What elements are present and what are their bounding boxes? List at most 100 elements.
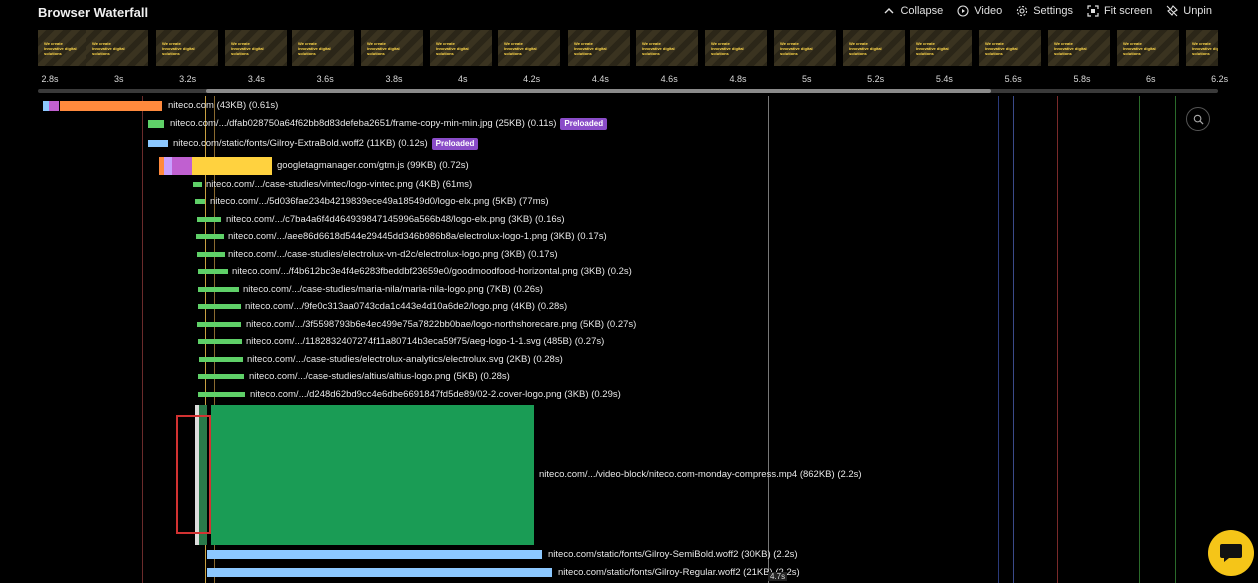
time-tick-label: 5.4s <box>935 74 953 84</box>
filmstrip-frame[interactable]: We createinnovative digitalsolutions <box>568 30 630 66</box>
request-timing-bar[interactable] <box>198 374 244 379</box>
filmstrip-frame[interactable]: We createinnovative digitalsolutions <box>86 30 148 66</box>
request-timing-bar[interactable] <box>211 405 534 545</box>
request-row[interactable]: niteco.com/.../9fe0c313aa0743cda1c443e4d… <box>0 301 1180 312</box>
frame-headline: We createinnovative digitalsolutions <box>44 41 77 56</box>
request-row[interactable]: niteco.com/.../dfab028750a64f62bb8d83def… <box>0 118 1180 130</box>
request-timing-bar[interactable] <box>198 392 245 397</box>
collapse-button[interactable]: Collapse <box>883 5 943 17</box>
filmstrip-frame[interactable]: We createinnovative digitalsolutions <box>1048 30 1110 66</box>
request-label: niteco.com/.../9fe0c313aa0743cda1c443e4d… <box>245 301 567 313</box>
filmstrip-frame[interactable]: We createinnovative digitalsolutions <box>1186 30 1218 66</box>
request-row[interactable]: niteco.com/static/fonts/Gilroy-ExtraBold… <box>0 137 1180 150</box>
request-label: niteco.com/.../video-block/niteco.com-mo… <box>539 469 862 481</box>
request-timing-bar[interactable] <box>60 101 162 111</box>
filmstrip-frame[interactable]: We createinnovative digitalsolutions <box>843 30 905 66</box>
request-url-text: niteco.com/static/fonts/Gilroy-Regular.w… <box>558 566 800 578</box>
filmstrip-frame[interactable]: We createinnovative digitalsolutions <box>156 30 218 66</box>
filmstrip-frame[interactable]: We createinnovative digitalsolutions <box>292 30 354 66</box>
frame-headline: We createinnovative digitalsolutions <box>1123 41 1156 56</box>
filmstrip-frame[interactable]: We createinnovative digitalsolutions <box>705 30 767 66</box>
request-row[interactable]: niteco.com/.../1182832407274f11a80714b3e… <box>0 335 1180 347</box>
request-row[interactable]: niteco.com/static/fonts/Gilroy-SemiBold.… <box>0 549 1180 560</box>
request-row[interactable]: niteco.com/.../case-studies/altius/altiu… <box>0 371 1180 382</box>
request-url-text: niteco.com/.../c7ba4a6f4d464939847145996… <box>226 213 565 225</box>
request-url-text: niteco.com/.../5d036fae234b4219839ece49a… <box>210 195 549 207</box>
video-button[interactable]: Video <box>957 5 1002 17</box>
filmstrip[interactable]: We create innovative digital solutions We c… <box>38 30 1218 72</box>
frame-headline: We createinnovative digitalsolutions <box>574 41 607 56</box>
request-timing-bar[interactable] <box>172 157 192 175</box>
request-timing-bar[interactable] <box>195 199 205 204</box>
fit-screen-label: Fit screen <box>1103 5 1153 17</box>
request-timing-bar[interactable] <box>197 217 221 222</box>
settings-button[interactable]: Settings <box>1016 5 1073 17</box>
request-label: niteco.com/.../d248d62bd9cc4e6dbe6691847… <box>250 389 621 401</box>
filmstrip-frame[interactable]: We createinnovative digitalsolutions <box>430 30 492 66</box>
request-timing-bar[interactable] <box>197 322 241 327</box>
request-timing-bar[interactable] <box>197 252 225 257</box>
filmstrip-frame[interactable]: We createinnovative digitalsolutions <box>225 30 287 66</box>
filmstrip-frame[interactable]: We createinnovative digitalsolutions <box>1117 30 1179 66</box>
request-timing-bar[interactable] <box>148 120 164 128</box>
frame-headline: We createinnovative digitalsolutions <box>780 41 813 56</box>
request-row[interactable]: niteco.com/static/fonts/Gilroy-Regular.w… <box>0 567 1180 579</box>
waterfall-header: Browser Waterfall Collapse Video Setting… <box>0 0 1258 26</box>
request-timing-bar[interactable] <box>198 287 239 292</box>
timeline-scrollbar[interactable] <box>38 89 1218 93</box>
request-timing-bar[interactable] <box>193 182 202 187</box>
panel-title: Browser Waterfall <box>38 5 149 20</box>
request-row[interactable]: niteco.com/.../aee86d6618d544e29445dd346… <box>0 231 1180 242</box>
request-timing-bar[interactable] <box>164 157 172 175</box>
time-tick-label: 3.6s <box>316 74 334 84</box>
request-timing-bar[interactable] <box>148 140 168 147</box>
filmstrip-frame[interactable]: We createinnovative digitalsolutions <box>636 30 698 66</box>
request-row[interactable]: niteco.com/.../5d036fae234b4219839ece49a… <box>0 195 1180 207</box>
request-row[interactable]: niteco.com/.../case-studies/electrolux-v… <box>0 249 1180 260</box>
fit-screen-icon <box>1087 5 1099 17</box>
request-label: niteco.com (43KB) (0.61s) <box>168 100 278 112</box>
request-url-text: niteco.com/.../case-studies/electrolux-v… <box>228 248 558 260</box>
request-label: niteco.com/.../case-studies/electrolux-a… <box>247 354 563 366</box>
request-row[interactable]: niteco.com/.../c7ba4a6f4d464939847145996… <box>0 213 1180 225</box>
request-row[interactable]: niteco.com/.../f4b612bc3e4f4e6283fbeddbf… <box>0 266 1180 277</box>
time-tick-label: 3s <box>114 74 124 84</box>
request-label: niteco.com/.../case-studies/electrolux-v… <box>228 249 557 261</box>
request-row[interactable]: niteco.com/.../case-studies/vintec/logo-… <box>0 178 1180 190</box>
filmstrip-frame[interactable]: We createinnovative digitalsolutions <box>910 30 972 66</box>
request-timing-bar[interactable] <box>196 234 224 239</box>
request-url-text: niteco.com/.../1182832407274f11a80714b3e… <box>246 335 605 347</box>
frame-headline: We createinnovative digitalsolutions <box>504 41 537 56</box>
request-row[interactable]: niteco.com (43KB) (0.61s) <box>0 100 1180 112</box>
request-row[interactable]: niteco.com/.../case-studies/maria-nila/m… <box>0 284 1180 295</box>
frame-headline: We createinnovative digitalsolutions <box>92 41 125 56</box>
filmstrip-frame[interactable]: We createinnovative digitalsolutions <box>361 30 423 66</box>
request-timing-bar[interactable] <box>192 157 272 175</box>
time-tick-label: 5.8s <box>1073 74 1091 84</box>
frame-headline: We createinnovative digitalsolutions <box>985 41 1018 56</box>
request-timing-bar[interactable] <box>207 550 542 559</box>
request-row[interactable]: niteco.com/.../case-studies/electrolux-a… <box>0 354 1180 365</box>
chat-button[interactable] <box>1208 530 1254 576</box>
request-timing-bar[interactable] <box>207 568 552 577</box>
request-row[interactable]: niteco.com/.../3f5598793b6e4ec499e75a782… <box>0 319 1180 330</box>
fit-screen-button[interactable]: Fit screen <box>1087 5 1152 17</box>
unpin-label: Unpin <box>1183 5 1212 17</box>
unpin-button[interactable]: Unpin <box>1166 5 1212 17</box>
time-tick-label: 2.8s <box>41 74 59 84</box>
request-timing-bar[interactable] <box>198 304 241 309</box>
request-row[interactable]: googletagmanager.com/gtm.js (99KB) (0.72… <box>0 157 1180 175</box>
filmstrip-frame[interactable]: We createinnovative digitalsolutions <box>498 30 560 66</box>
request-timing-bar[interactable] <box>198 269 228 274</box>
request-url-text: niteco.com/.../case-studies/vintec/logo-… <box>206 178 473 190</box>
request-timing-bar[interactable] <box>49 101 59 111</box>
request-timing-bar[interactable] <box>198 339 242 344</box>
search-button[interactable] <box>1186 107 1210 131</box>
filmstrip-frame[interactable]: We createinnovative digitalsolutions <box>979 30 1041 66</box>
request-label: niteco.com/static/fonts/Gilroy-Regular.w… <box>558 567 800 579</box>
request-timing-bar[interactable] <box>199 357 243 362</box>
filmstrip-frame[interactable]: We createinnovative digitalsolutions <box>774 30 836 66</box>
frame-headline: We createinnovative digitalsolutions <box>711 41 744 56</box>
timeline-scrollbar-thumb[interactable] <box>206 89 991 93</box>
request-row[interactable]: niteco.com/.../d248d62bd9cc4e6dbe6691847… <box>0 389 1180 400</box>
